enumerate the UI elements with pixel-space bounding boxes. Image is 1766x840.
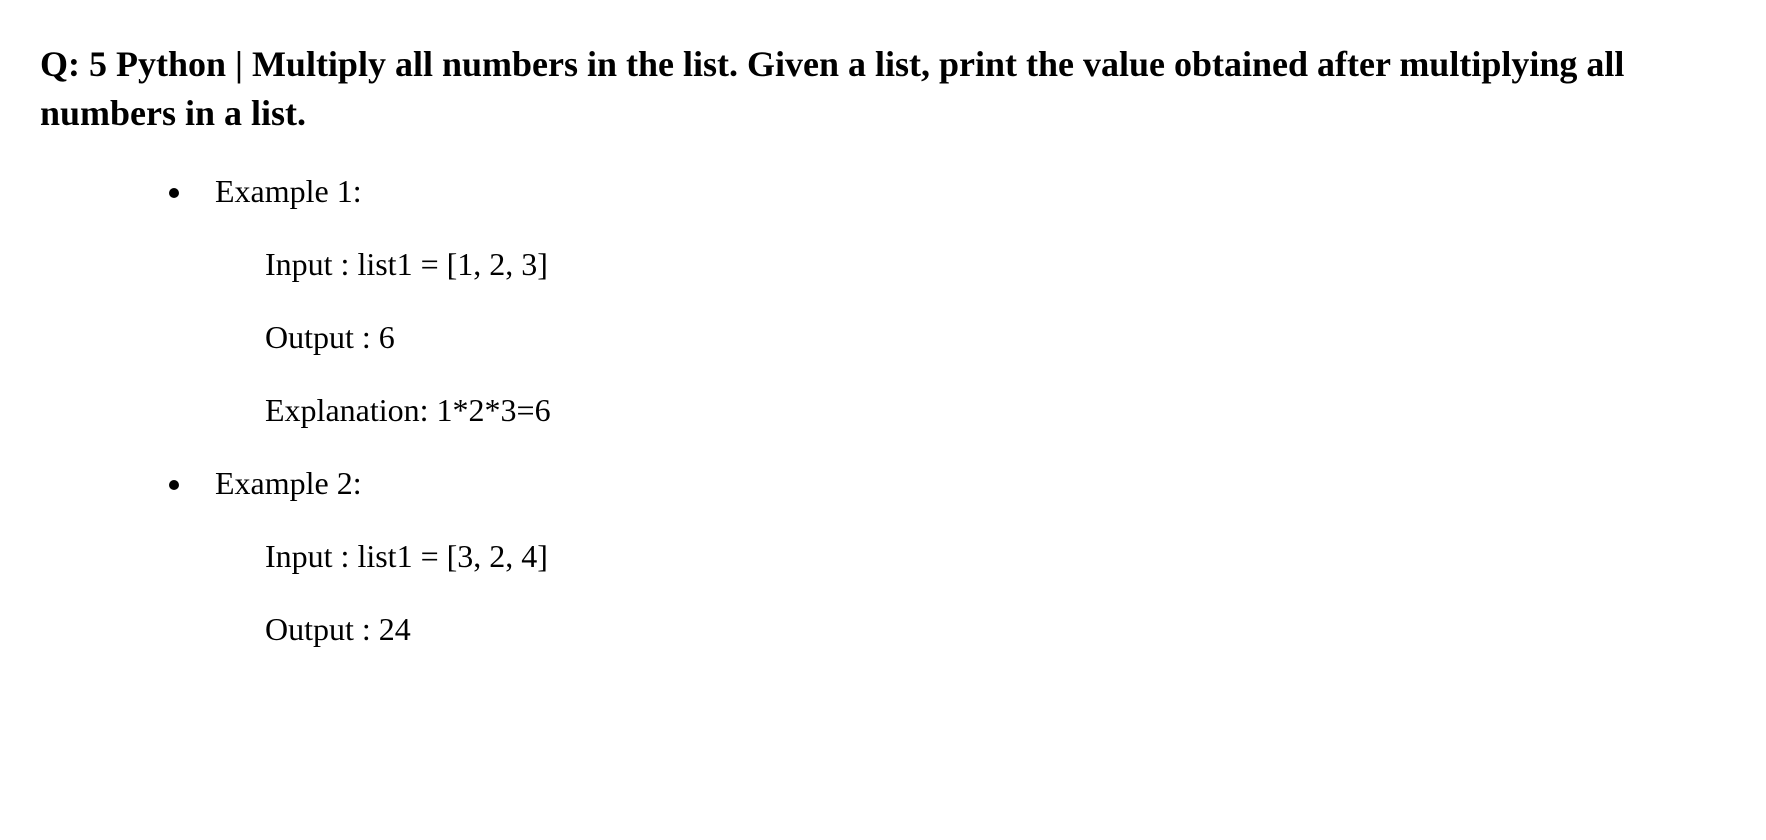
- example-item: Example 2: Input : list1 = [3, 2, 4] Out…: [195, 459, 1726, 653]
- question-heading: Q: 5 Python | Multiply all numbers in th…: [40, 40, 1726, 137]
- example-label: Example 1:: [215, 167, 1726, 215]
- example-input: Input : list1 = [1, 2, 3]: [265, 240, 1726, 288]
- example-details: Input : list1 = [3, 2, 4] Output : 24: [215, 532, 1726, 653]
- examples-list: Example 1: Input : list1 = [1, 2, 3] Out…: [40, 167, 1726, 653]
- example-output: Output : 6: [265, 313, 1726, 361]
- example-output: Output : 24: [265, 605, 1726, 653]
- example-label: Example 2:: [215, 459, 1726, 507]
- example-input: Input : list1 = [3, 2, 4]: [265, 532, 1726, 580]
- example-item: Example 1: Input : list1 = [1, 2, 3] Out…: [195, 167, 1726, 434]
- example-details: Input : list1 = [1, 2, 3] Output : 6 Exp…: [215, 240, 1726, 434]
- example-explanation: Explanation: 1*2*3=6: [265, 386, 1726, 434]
